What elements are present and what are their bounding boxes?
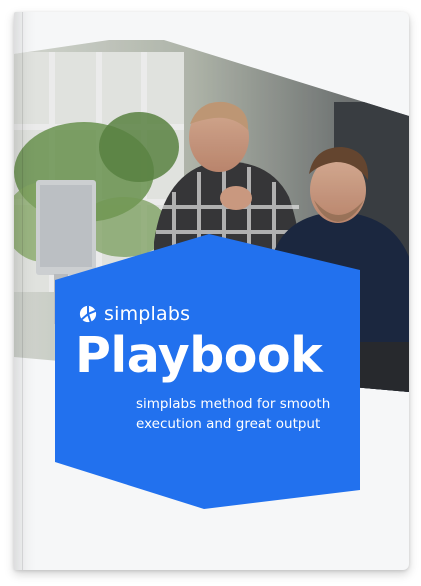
brand-name: simplabs	[104, 303, 191, 325]
cover-subtitle: simplabs method for smooth execution and…	[136, 396, 331, 432]
title-panel	[55, 234, 360, 509]
book-spine-line	[22, 12, 23, 570]
book-cover	[14, 12, 409, 570]
simplabs-logo-icon	[79, 305, 97, 323]
book-spine-shadow	[14, 12, 36, 570]
cover-title: Playbook	[75, 327, 323, 384]
book-mockup: simplabs Playbook simplabs method for sm…	[0, 0, 421, 586]
brand-logo: simplabs	[79, 303, 190, 325]
